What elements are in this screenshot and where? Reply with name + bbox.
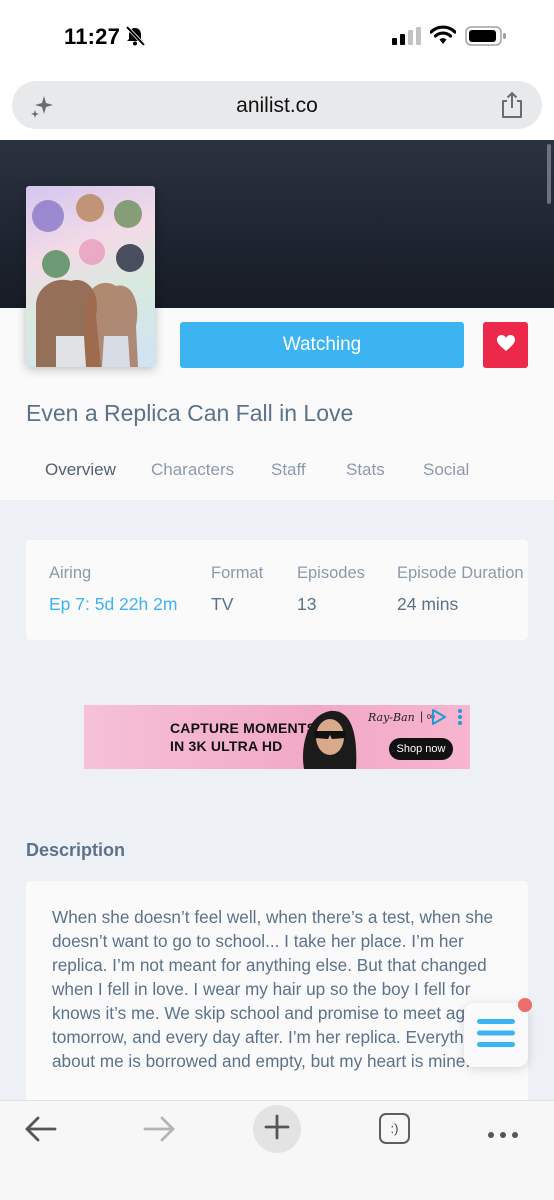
tab-social[interactable]: Social: [423, 460, 469, 480]
arrow-right-icon[interactable]: [142, 1113, 176, 1150]
bell-slash-icon: [124, 25, 146, 51]
plus-icon: [264, 1114, 290, 1145]
signal-icon: [392, 27, 422, 50]
wifi-icon: [429, 25, 457, 50]
share-icon[interactable]: [500, 91, 524, 124]
anime-tabs: Overview Characters Staff Stats Social: [0, 460, 554, 484]
ad-model-image: [303, 710, 357, 769]
url-text[interactable]: anilist.co: [12, 94, 542, 118]
battery-icon: [465, 26, 507, 51]
status-bar: 11:27: [0, 0, 554, 72]
episodes-label: Episodes: [297, 564, 365, 582]
advertisement-banner[interactable]: CAPTURE MOMENTS IN 3K ULTRA HD Ray-Ban |…: [84, 705, 470, 769]
ad-more-icon[interactable]: [456, 708, 464, 731]
info-episodes: Episodes 13: [297, 564, 365, 615]
notification-dot: [518, 998, 532, 1012]
anime-title: Even a Replica Can Fall in Love: [26, 400, 354, 426]
browser-address-area: anilist.co: [0, 72, 554, 140]
tab-staff[interactable]: Staff: [271, 460, 306, 480]
status-time: 11:27: [64, 24, 121, 49]
tab-overview[interactable]: Overview: [45, 460, 116, 480]
arrow-left-icon[interactable]: [24, 1113, 58, 1150]
tab-switcher-button[interactable]: :): [379, 1113, 410, 1144]
info-duration: Episode Duration 24 mins: [397, 564, 524, 615]
tab-stats[interactable]: Stats: [346, 460, 385, 480]
tab-characters[interactable]: Characters: [151, 460, 234, 480]
info-card: Airing Ep 7: 5d 22h 2m Format TV Episode…: [26, 540, 528, 640]
address-bar[interactable]: anilist.co: [12, 81, 542, 129]
scroll-indicator: [547, 144, 551, 204]
ad-shop-now-button[interactable]: Shop now: [389, 738, 453, 760]
airing-label: Airing: [49, 564, 92, 582]
info-airing: Airing Ep 7: 5d 22h 2m: [49, 564, 177, 615]
heart-icon: [496, 334, 516, 357]
description-card: When she doesn’t feel well, when there’s…: [26, 881, 528, 1121]
favorite-button[interactable]: [483, 322, 528, 368]
hamburger-menu-icon: [477, 1017, 515, 1054]
more-dots-icon[interactable]: [487, 1126, 519, 1144]
description-text: When she doesn’t feel well, when there’s…: [52, 907, 494, 1071]
description-heading: Description: [26, 840, 126, 860]
airing-value: Ep 7: 5d 22h 2m: [49, 594, 178, 614]
format-value[interactable]: TV: [211, 594, 263, 615]
ad-brand: Ray-Ban: [368, 711, 415, 724]
new-tab-button[interactable]: [253, 1105, 301, 1153]
format-label: Format: [211, 564, 264, 582]
ad-choices-icon[interactable]: [430, 708, 448, 731]
duration-label: Episode Duration: [397, 564, 524, 582]
browser-toolbar: :): [0, 1100, 554, 1200]
info-format: Format TV: [211, 564, 263, 615]
duration-value: 24 mins: [397, 594, 459, 614]
floating-menu-button[interactable]: [464, 1003, 528, 1067]
list-status-button[interactable]: Watching: [180, 322, 464, 368]
episodes-value: 13: [297, 594, 317, 614]
cover-image[interactable]: [26, 186, 155, 367]
